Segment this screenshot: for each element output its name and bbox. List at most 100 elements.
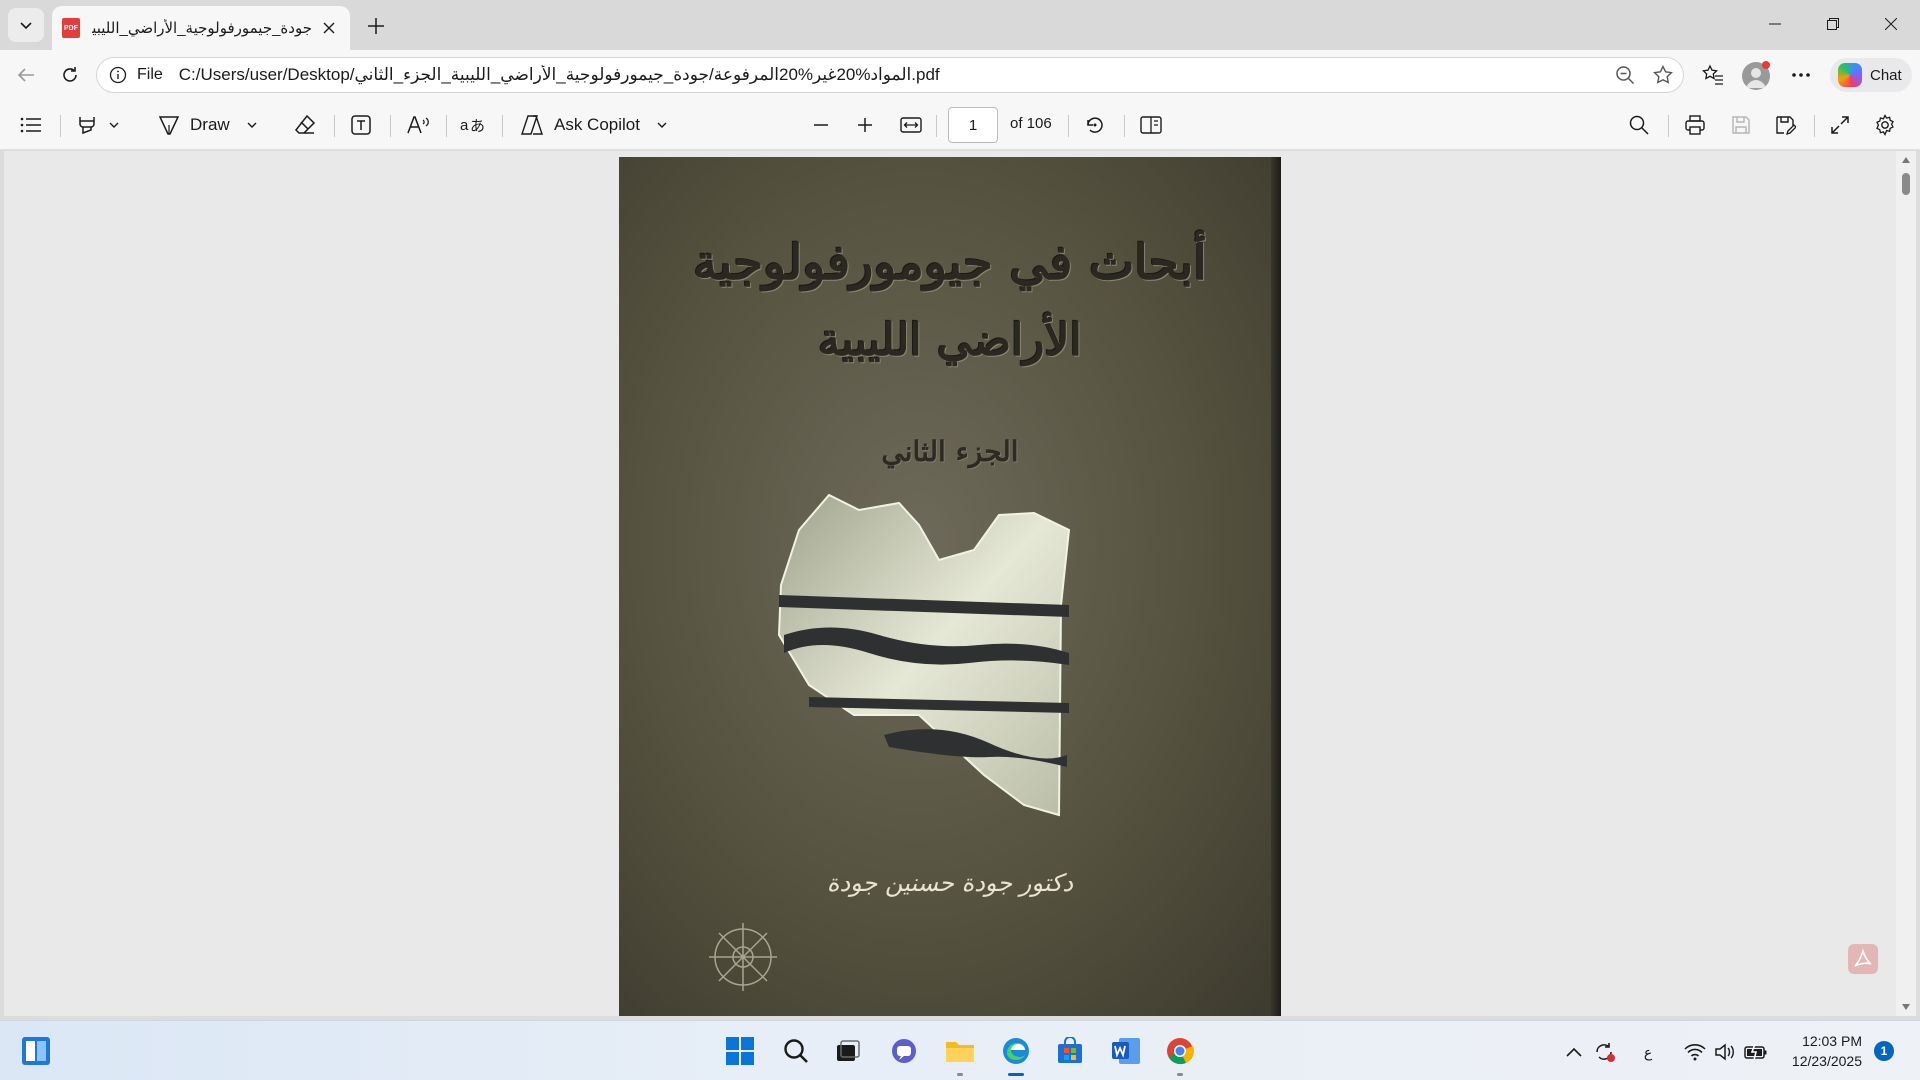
- gear-icon: [1876, 114, 1894, 136]
- contents-button[interactable]: [20, 110, 42, 140]
- info-icon[interactable]: [109, 66, 127, 84]
- translate-button[interactable]: aあ: [460, 110, 486, 140]
- taskbar-clock[interactable]: 12:03 PM 12/23/2025: [1780, 1031, 1862, 1071]
- favorite-button[interactable]: [1651, 63, 1675, 87]
- task-view-icon: [837, 1040, 860, 1061]
- ask-copilot-button[interactable]: Ask Copilot: [520, 110, 668, 140]
- highlighter-icon: [79, 117, 95, 135]
- input-language-indicator[interactable]: ع: [1638, 1041, 1658, 1063]
- chevron-down-icon[interactable]: [656, 119, 668, 131]
- save-button[interactable]: [1730, 110, 1752, 140]
- toolbar-divider: [1668, 115, 1669, 137]
- rotate-button[interactable]: [1084, 110, 1106, 140]
- address-input[interactable]: File C:/Users/user/Desktop/المواد%20غير%…: [96, 57, 1684, 93]
- full-screen-button[interactable]: [1830, 110, 1850, 140]
- close-icon: [323, 22, 335, 34]
- minimize-button[interactable]: [1752, 6, 1798, 42]
- wifi-icon: [1684, 1044, 1706, 1061]
- tab-close-button[interactable]: [320, 19, 338, 37]
- file-explorer-button[interactable]: [944, 1035, 976, 1076]
- scroll-down-arrow[interactable]: [1902, 1004, 1910, 1010]
- volume-button[interactable]: [1712, 1041, 1738, 1063]
- draw-label: Draw: [190, 115, 230, 134]
- battery-charging-icon: [1744, 1043, 1767, 1061]
- read-aloud-button[interactable]: [406, 110, 430, 140]
- chrome-icon: [1167, 1038, 1194, 1065]
- teams-button[interactable]: [888, 1035, 920, 1067]
- chrome-button[interactable]: [1164, 1035, 1196, 1076]
- page-view-button[interactable]: [1140, 110, 1164, 140]
- expand-icon: [1831, 116, 1849, 134]
- close-window-button[interactable]: [1868, 6, 1914, 42]
- fit-width-icon: [900, 117, 922, 133]
- highlight-button[interactable]: [76, 110, 120, 140]
- restore-button[interactable]: [1810, 6, 1856, 42]
- chat-label: Chat: [1870, 66, 1902, 84]
- add-text-button[interactable]: [350, 110, 372, 140]
- copilot-chat-button[interactable]: Chat: [1830, 58, 1912, 92]
- pdf-file-icon: PDF: [62, 18, 80, 38]
- print-button[interactable]: [1684, 110, 1706, 140]
- show-hidden-icons-button[interactable]: [1564, 1041, 1584, 1063]
- clock-date: 12/23/2025: [1791, 1053, 1862, 1069]
- zoom-in-button[interactable]: [856, 110, 874, 140]
- toolbar-divider: [60, 115, 61, 137]
- zoom-out-button[interactable]: [1613, 63, 1637, 87]
- page-number-input[interactable]: 1: [948, 107, 998, 143]
- wifi-status-button[interactable]: [1682, 1041, 1708, 1063]
- back-button[interactable]: [10, 59, 42, 91]
- task-view-button[interactable]: [832, 1035, 864, 1067]
- toolbar-divider: [1068, 115, 1069, 137]
- favorites-list-icon: [1702, 64, 1723, 85]
- start-button[interactable]: [724, 1035, 756, 1067]
- acrobat-badge[interactable]: [1848, 944, 1878, 974]
- toolbar-divider: [936, 115, 937, 137]
- copilot-outline-icon: [521, 115, 543, 135]
- chevron-down-icon: [20, 22, 32, 30]
- copilot-icon: [1838, 63, 1862, 87]
- favorites-button[interactable]: [1700, 62, 1726, 88]
- sync-status-button[interactable]: [1592, 1041, 1618, 1063]
- scheme-label: File: [137, 66, 163, 83]
- address-bar-row: File C:/Users/user/Desktop/المواد%20غير%…: [0, 50, 1920, 100]
- more-horizontal-icon: [1792, 73, 1810, 77]
- pdf-toolbar: Draw aあ Ask Copilot 1 of 106: [0, 100, 1920, 150]
- notification-count-badge[interactable]: 1: [1874, 1041, 1894, 1061]
- fit-to-width-button[interactable]: [900, 110, 922, 140]
- url-text[interactable]: C:/Users/user/Desktop/المواد%20غير%20الم…: [179, 65, 940, 85]
- chevron-down-icon[interactable]: [108, 119, 120, 131]
- pdf-settings-button[interactable]: [1874, 110, 1896, 140]
- word-button[interactable]: [1110, 1035, 1142, 1067]
- folder-icon: [946, 1042, 974, 1062]
- vertical-scrollbar[interactable]: [1896, 151, 1916, 1016]
- erase-button[interactable]: [294, 110, 316, 140]
- new-tab-button[interactable]: [360, 10, 392, 42]
- star-icon: [1653, 65, 1673, 84]
- pdf-viewport[interactable]: أبحاث في جيومورفولوجية الأراضي الليبية ا…: [4, 151, 1916, 1016]
- store-button[interactable]: [1054, 1035, 1086, 1067]
- settings-and-more-button[interactable]: [1788, 62, 1814, 88]
- text-box-icon: [351, 115, 371, 135]
- minimize-icon: [1769, 23, 1781, 25]
- active-tab[interactable]: PDF جودة_جيمورفولوجية_الأراضي_الليبية_ال…: [52, 6, 350, 50]
- tab-actions-menu-button[interactable]: [8, 8, 44, 42]
- chevron-down-icon[interactable]: [246, 119, 258, 131]
- table-of-contents-icon: [20, 117, 41, 133]
- zoom-out-button[interactable]: [812, 110, 830, 140]
- battery-button[interactable]: [1742, 1041, 1770, 1063]
- publisher-emblem-icon: [709, 923, 777, 991]
- acrobat-icon: [1854, 949, 1872, 967]
- save-as-button[interactable]: [1774, 110, 1796, 140]
- scroll-thumb[interactable]: [1902, 173, 1910, 195]
- find-button[interactable]: [1628, 110, 1650, 140]
- toolbar-divider: [1814, 115, 1815, 137]
- refresh-button[interactable]: [54, 59, 86, 91]
- eraser-icon: [294, 114, 316, 134]
- draw-pen-icon: [158, 116, 180, 135]
- taskbar-search-button[interactable]: [780, 1035, 812, 1067]
- edge-button[interactable]: [1000, 1035, 1032, 1076]
- scroll-up-arrow[interactable]: [1902, 157, 1910, 163]
- speaker-icon: [1715, 1043, 1734, 1061]
- draw-button[interactable]: Draw: [158, 110, 258, 140]
- widgets-button[interactable]: [20, 1035, 52, 1067]
